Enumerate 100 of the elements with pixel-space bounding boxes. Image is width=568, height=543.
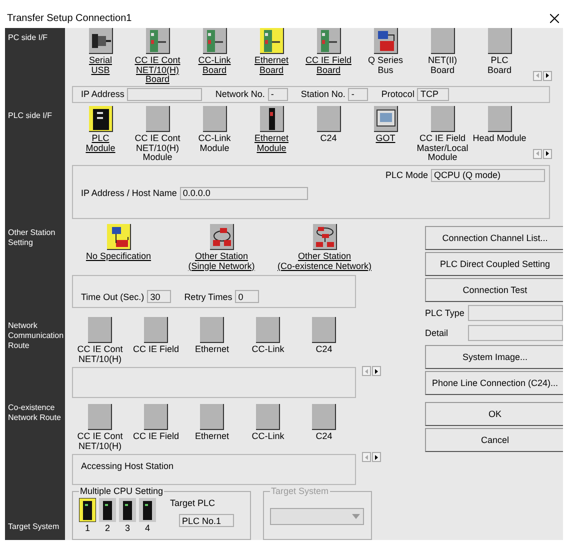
field-label: Retry Times [184, 292, 232, 302]
cpu-unit-icon [99, 498, 116, 522]
blank-tile-icon [202, 106, 226, 132]
cancel-button[interactable]: Cancel [425, 428, 563, 452]
cpu-option[interactable]: 4 [139, 498, 156, 534]
action-button[interactable]: Connection Test [425, 278, 563, 302]
field-label: Detail [425, 328, 448, 338]
interface-option[interactable]: Ethernet Board [243, 28, 300, 75]
interface-option[interactable]: CC IE Field Board [300, 28, 357, 75]
text-field[interactable]: PLC No.1 [179, 514, 234, 527]
circuit-board-icon [316, 28, 340, 54]
interface-option[interactable]: C24 [300, 106, 357, 144]
field-label: IP Address [81, 89, 124, 99]
field-label: Target PLC [170, 498, 216, 508]
field-label: Network No. [215, 89, 265, 99]
field-label: Protocol [381, 89, 414, 99]
field-label: PLC Type [425, 308, 464, 318]
blank-tile-icon [488, 28, 512, 54]
interface-option[interactable]: CC IE Cont NET/10(H) [72, 317, 128, 364]
close-icon[interactable] [550, 14, 559, 22]
window-title: Transfer Setup Connection1 [7, 12, 132, 24]
text-field[interactable] [468, 325, 563, 341]
action-button[interactable]: Connection Channel List... [425, 226, 563, 250]
circuit-board-icon [260, 28, 284, 54]
circuit-board-icon [202, 28, 226, 54]
section-label: Target System [8, 522, 60, 532]
interface-option[interactable]: CC-Link Board [186, 28, 243, 75]
interface-option[interactable]: Other Station (Co-existence Network) [273, 224, 376, 271]
interface-option[interactable]: NET(II) Board [414, 28, 471, 75]
interface-option[interactable]: No Specification [67, 224, 170, 262]
cpu-unit-icon [79, 498, 96, 522]
group-title: Multiple CPU Setting [79, 486, 164, 496]
network-ring-icon [210, 224, 234, 250]
field-label: PLC Mode [385, 170, 428, 180]
blank-tile-icon [144, 404, 168, 430]
blank-tile-icon [312, 317, 336, 343]
section-label: PC side I/F [8, 33, 48, 43]
blank-tile-icon [430, 106, 454, 132]
cpu-unit-icon [139, 498, 156, 522]
blank-tile-icon [146, 106, 170, 132]
scroll-right-button[interactable] [543, 148, 552, 158]
section-label: Co-existence Network Route [8, 403, 62, 423]
blank-tile-icon [200, 404, 224, 430]
blank-tile-icon [256, 404, 280, 430]
text-field[interactable]: 0.0.0.0 [180, 186, 308, 200]
text-field[interactable]: QCPU (Q mode) [431, 168, 545, 182]
interface-option[interactable]: CC IE Field [128, 404, 184, 442]
section-label: PLC side I/F [8, 111, 52, 121]
interface-option[interactable]: CC IE Cont NET/10(H) Board [129, 28, 186, 84]
left-arrow-icon [365, 368, 368, 374]
interface-option[interactable]: CC-Link Module [186, 106, 243, 153]
cpu-option[interactable]: 1 [79, 498, 96, 534]
text-field[interactable]: - [268, 88, 288, 100]
blank-tile-icon [488, 106, 512, 132]
action-button[interactable]: System Image... [425, 345, 563, 369]
interface-option[interactable]: C24 [296, 317, 352, 354]
interface-option[interactable]: C24 [296, 404, 352, 442]
blank-tile-icon [312, 404, 336, 430]
interface-option[interactable]: CC IE Cont NET/10(H) [72, 404, 128, 451]
action-button[interactable]: PLC Direct Coupled Setting [425, 252, 563, 276]
text-field[interactable]: 30 [147, 290, 172, 303]
interface-option[interactable]: Ethernet Module [243, 106, 300, 153]
interface-option[interactable]: CC IE Cont NET/10(H) Module [129, 106, 186, 162]
right-arrow-icon [546, 151, 549, 156]
cpu-option[interactable]: 3 [119, 498, 136, 534]
interface-option[interactable]: Ethernet [184, 404, 240, 442]
scroll-right-button[interactable] [543, 70, 552, 80]
computer-network-icon [106, 224, 130, 250]
ok-button[interactable]: OK [425, 402, 563, 426]
text-field[interactable]: 0 [235, 290, 260, 303]
interface-option[interactable]: PLC Board [471, 28, 528, 75]
interface-option[interactable]: Q Series Bus [357, 28, 414, 75]
right-arrow-icon [546, 73, 549, 78]
blank-tile-icon [200, 317, 224, 343]
scroll-right-button[interactable] [372, 366, 381, 376]
interface-option[interactable]: CC IE Field [128, 317, 184, 354]
interface-option[interactable]: Serial USB [72, 28, 129, 75]
text-field[interactable] [127, 88, 202, 100]
interface-option[interactable]: PLC Module [72, 106, 129, 153]
interface-option[interactable]: CC IE Field Master/Local Module [414, 106, 471, 162]
interface-option[interactable]: CC-Link [240, 317, 296, 354]
interface-option[interactable]: Other Station (Single Network) [170, 224, 273, 271]
field-label: IP Address / Host Name [81, 188, 177, 198]
field-label: Station No. [300, 89, 346, 99]
left-arrow-icon [536, 151, 539, 156]
blank-tile-icon [316, 106, 340, 132]
text-field[interactable]: - [348, 88, 368, 100]
text-field[interactable]: TCP [417, 88, 450, 100]
scroll-right-button[interactable] [372, 452, 381, 462]
text-field[interactable] [468, 305, 563, 321]
network-ring-icon [312, 224, 336, 250]
interface-option[interactable]: CC-Link [240, 404, 296, 442]
cpu-option[interactable]: 2 [99, 498, 116, 534]
interface-option[interactable]: Ethernet [184, 317, 240, 354]
interface-option[interactable]: Head Module [471, 106, 528, 144]
dropdown-field[interactable] [270, 508, 364, 525]
right-arrow-icon [375, 368, 378, 374]
interface-option[interactable]: GOT [357, 106, 414, 144]
action-button[interactable]: Phone Line Connection (C24)... [425, 371, 563, 395]
module-icon [260, 106, 284, 132]
